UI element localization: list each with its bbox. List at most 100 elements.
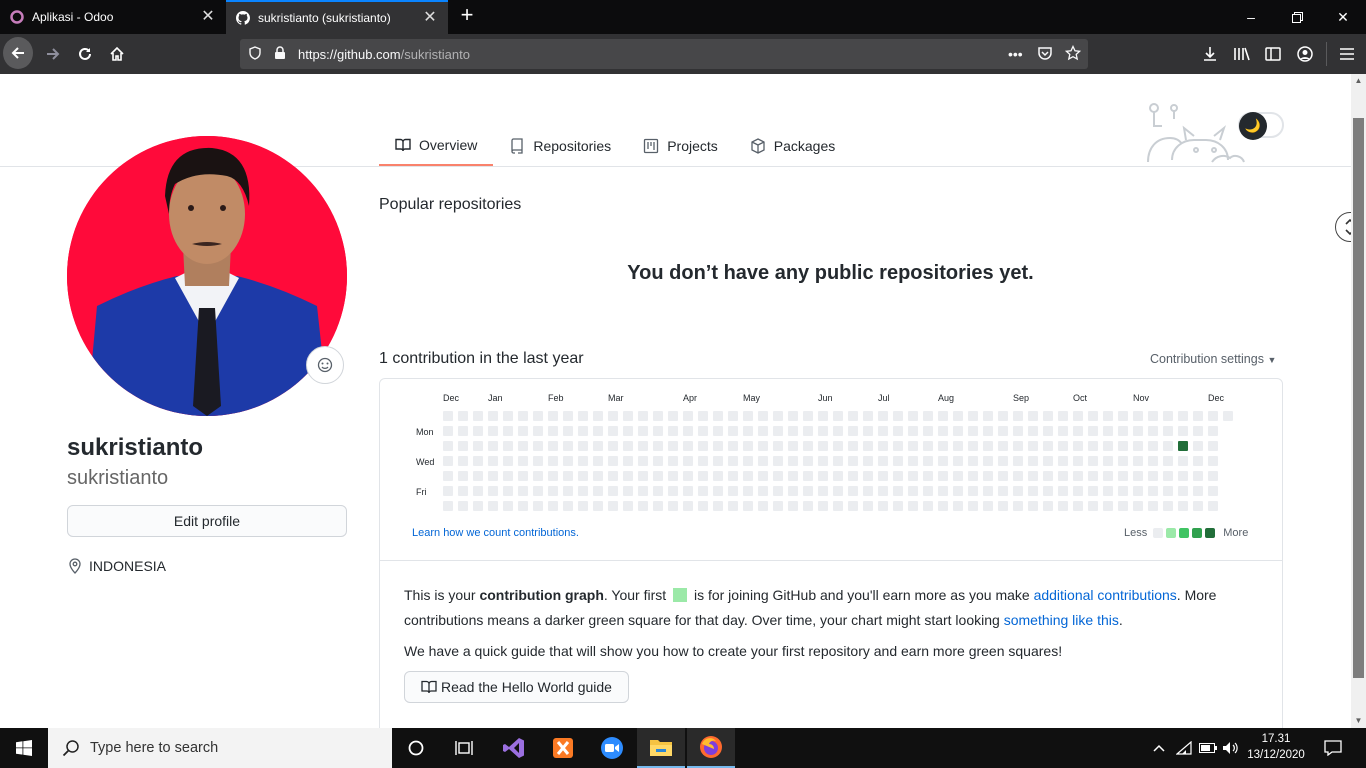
contribution-day-cell[interactable] bbox=[1148, 411, 1158, 421]
contribution-day-cell[interactable] bbox=[593, 441, 603, 451]
page-scrollbar[interactable]: ▲ ▼ bbox=[1351, 74, 1366, 728]
contribution-day-cell[interactable] bbox=[623, 456, 633, 466]
contribution-day-cell[interactable] bbox=[803, 471, 813, 481]
contribution-day-cell[interactable] bbox=[1103, 471, 1113, 481]
contribution-day-cell[interactable] bbox=[803, 486, 813, 496]
contribution-day-cell[interactable] bbox=[953, 411, 963, 421]
contribution-day-cell[interactable] bbox=[713, 426, 723, 436]
contribution-day-cell[interactable] bbox=[1058, 486, 1068, 496]
notifications-icon[interactable] bbox=[1318, 728, 1348, 768]
contribution-day-cell[interactable] bbox=[623, 486, 633, 496]
contribution-day-cell[interactable] bbox=[998, 426, 1008, 436]
contribution-day-cell[interactable] bbox=[653, 501, 663, 511]
contribution-day-cell[interactable] bbox=[953, 501, 963, 511]
contribution-day-cell[interactable] bbox=[938, 411, 948, 421]
forward-button[interactable] bbox=[38, 39, 68, 69]
contribution-day-cell[interactable] bbox=[1028, 486, 1038, 496]
contribution-day-cell[interactable] bbox=[1133, 501, 1143, 511]
contribution-day-cell[interactable] bbox=[1073, 426, 1083, 436]
contribution-day-cell[interactable] bbox=[1043, 441, 1053, 451]
close-window-button[interactable]: ✕ bbox=[1320, 0, 1366, 34]
zoom-icon[interactable] bbox=[588, 728, 636, 768]
contribution-day-cell[interactable] bbox=[683, 411, 693, 421]
contribution-day-cell[interactable] bbox=[518, 426, 528, 436]
contribution-day-cell[interactable] bbox=[893, 501, 903, 511]
contribution-day-cell[interactable] bbox=[1148, 486, 1158, 496]
contribution-settings-dropdown[interactable]: Contribution settings ▼ bbox=[1150, 352, 1276, 366]
contribution-day-cell[interactable] bbox=[503, 426, 513, 436]
contribution-day-cell[interactable] bbox=[473, 426, 483, 436]
set-status-button[interactable] bbox=[306, 346, 344, 384]
contribution-day-cell[interactable] bbox=[1088, 441, 1098, 451]
contribution-day-cell[interactable] bbox=[1148, 471, 1158, 481]
contribution-day-cell[interactable] bbox=[983, 501, 993, 511]
contribution-day-cell[interactable] bbox=[848, 456, 858, 466]
contribution-day-cell[interactable] bbox=[923, 411, 933, 421]
tray-overflow-icon[interactable] bbox=[1150, 728, 1168, 768]
contribution-day-cell[interactable] bbox=[983, 411, 993, 421]
contribution-day-cell[interactable] bbox=[803, 411, 813, 421]
contribution-day-cell[interactable] bbox=[518, 471, 528, 481]
contribution-day-cell[interactable] bbox=[728, 471, 738, 481]
contribution-day-cell[interactable] bbox=[728, 456, 738, 466]
contribution-day-cell[interactable] bbox=[818, 501, 828, 511]
contribution-day-cell[interactable] bbox=[443, 441, 453, 451]
contribution-day-cell[interactable] bbox=[488, 426, 498, 436]
contribution-day-cell[interactable] bbox=[713, 471, 723, 481]
contribution-day-cell[interactable] bbox=[773, 501, 783, 511]
contribution-day-cell[interactable] bbox=[938, 426, 948, 436]
battery-icon[interactable] bbox=[1198, 728, 1218, 768]
contribution-day-cell[interactable] bbox=[983, 471, 993, 481]
contribution-day-cell[interactable] bbox=[1073, 486, 1083, 496]
taskbar-clock[interactable]: 17.31 13/12/2020 bbox=[1246, 731, 1306, 763]
contribution-day-cell[interactable] bbox=[563, 411, 573, 421]
contribution-day-cell[interactable] bbox=[578, 501, 588, 511]
close-icon[interactable]: ✕ bbox=[200, 9, 216, 25]
contribution-day-cell[interactable] bbox=[638, 501, 648, 511]
contribution-day-cell[interactable] bbox=[773, 456, 783, 466]
contribution-day-cell[interactable] bbox=[713, 441, 723, 451]
contribution-day-cell[interactable] bbox=[608, 411, 618, 421]
contribution-day-cell[interactable] bbox=[608, 486, 618, 496]
contribution-day-cell[interactable] bbox=[638, 441, 648, 451]
contribution-day-cell[interactable] bbox=[608, 456, 618, 466]
contribution-day-cell[interactable] bbox=[1013, 471, 1023, 481]
contribution-day-cell[interactable] bbox=[653, 426, 663, 436]
contribution-day-cell[interactable] bbox=[953, 471, 963, 481]
contribution-day-cell[interactable] bbox=[488, 471, 498, 481]
bookmark-star-icon[interactable] bbox=[1064, 44, 1082, 64]
contribution-day-cell[interactable] bbox=[773, 486, 783, 496]
file-explorer-icon[interactable] bbox=[637, 728, 685, 768]
contribution-day-cell[interactable] bbox=[683, 501, 693, 511]
contribution-day-cell[interactable] bbox=[1013, 441, 1023, 451]
contribution-day-cell[interactable] bbox=[1118, 471, 1128, 481]
contribution-day-cell[interactable] bbox=[1043, 486, 1053, 496]
contribution-day-cell[interactable] bbox=[653, 456, 663, 466]
contribution-day-cell[interactable] bbox=[1028, 426, 1038, 436]
contribution-day-cell[interactable] bbox=[1148, 501, 1158, 511]
contribution-day-cell[interactable] bbox=[638, 486, 648, 496]
contribution-day-cell[interactable] bbox=[983, 456, 993, 466]
contribution-day-cell[interactable] bbox=[698, 456, 708, 466]
contribution-day-cell[interactable] bbox=[698, 441, 708, 451]
contribution-day-cell[interactable] bbox=[728, 501, 738, 511]
tab-packages[interactable]: Packages bbox=[734, 126, 851, 166]
contribution-day-cell[interactable] bbox=[683, 486, 693, 496]
contribution-day-cell[interactable] bbox=[833, 486, 843, 496]
contribution-day-cell[interactable] bbox=[458, 441, 468, 451]
contribution-day-cell[interactable] bbox=[998, 441, 1008, 451]
contribution-day-cell[interactable] bbox=[803, 501, 813, 511]
contribution-day-cell[interactable] bbox=[563, 426, 573, 436]
contribution-day-cell[interactable] bbox=[758, 456, 768, 466]
contribution-day-cell[interactable] bbox=[818, 471, 828, 481]
contribution-day-cell[interactable] bbox=[833, 471, 843, 481]
contribution-day-cell[interactable] bbox=[1133, 486, 1143, 496]
contribution-day-cell[interactable] bbox=[968, 501, 978, 511]
contribution-day-cell[interactable] bbox=[1088, 501, 1098, 511]
contribution-day-cell[interactable] bbox=[548, 501, 558, 511]
contribution-day-cell[interactable] bbox=[848, 471, 858, 481]
account-icon[interactable] bbox=[1290, 39, 1320, 69]
contribution-day-cell[interactable] bbox=[563, 471, 573, 481]
visual-studio-icon[interactable] bbox=[490, 728, 538, 768]
contribution-day-cell[interactable] bbox=[923, 426, 933, 436]
